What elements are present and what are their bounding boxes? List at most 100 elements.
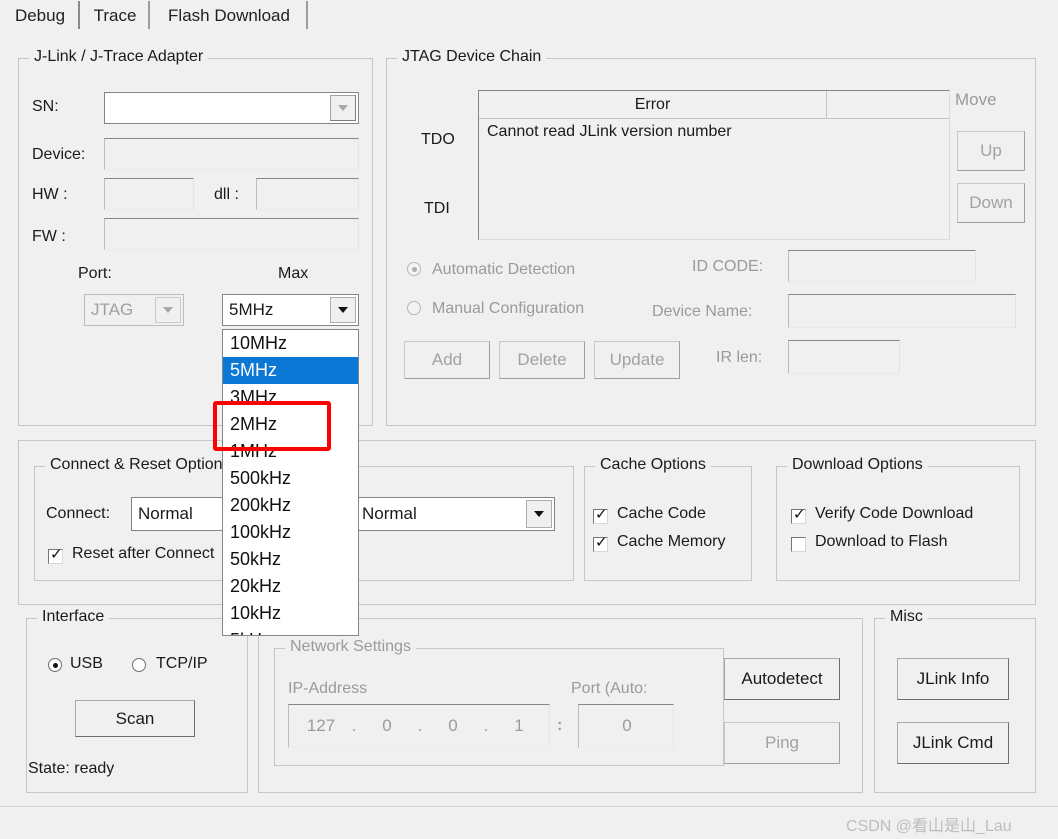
delete-button[interactable]: Delete bbox=[499, 341, 585, 379]
watermark-text: CSDN @看山是山_Lau bbox=[846, 818, 1012, 835]
usb-radio[interactable] bbox=[48, 658, 62, 672]
check-icon: ✓ bbox=[793, 506, 806, 523]
reset-after-connect-label: Reset after Connect bbox=[72, 545, 215, 562]
device-field[interactable] bbox=[104, 138, 359, 170]
scan-button[interactable]: Scan bbox=[75, 700, 195, 737]
tab-trace[interactable]: Trace bbox=[82, 1, 150, 30]
sn-label: SN: bbox=[32, 98, 59, 115]
max-speed-combo[interactable]: 5MHz bbox=[222, 294, 359, 326]
column-header-error-label: Error bbox=[634, 95, 671, 113]
dropdown-option-500khz[interactable]: 500kHz bbox=[223, 465, 358, 492]
move-down-button[interactable]: Down bbox=[957, 183, 1025, 223]
ir-len-field[interactable] bbox=[788, 340, 900, 374]
ip-address-field[interactable]: 127 . 0 . 0 . 1 bbox=[288, 704, 550, 748]
dropdown-option-50khz[interactable]: 50kHz bbox=[223, 546, 358, 573]
tab-debug-label: Debug bbox=[14, 5, 66, 25]
reset-after-connect-checkbox[interactable]: ✓ bbox=[48, 547, 63, 564]
cache-code-checkbox[interactable]: ✓ bbox=[593, 506, 608, 524]
port-colon: : bbox=[557, 717, 563, 734]
connect-reset-options-legend: Connect & Reset Options bbox=[45, 456, 236, 474]
dropdown-option-100khz[interactable]: 100kHz bbox=[223, 519, 358, 546]
port-label: Port: bbox=[78, 265, 112, 282]
max-speed-combo-button[interactable] bbox=[330, 297, 356, 323]
cache-memory-label: Cache Memory bbox=[617, 533, 726, 550]
cache-memory-checkbox[interactable]: ✓ bbox=[593, 535, 608, 552]
jlink-info-button[interactable]: JLink Info bbox=[897, 658, 1009, 700]
column-header-blank bbox=[827, 91, 949, 119]
chevron-down-icon bbox=[534, 511, 544, 517]
download-to-flash-label: Download to Flash bbox=[815, 533, 948, 550]
port-value: JTAG bbox=[91, 300, 134, 319]
ip-dot-1: . bbox=[351, 716, 357, 735]
port-combo[interactable]: JTAG bbox=[84, 294, 184, 326]
fw-label: FW : bbox=[32, 228, 66, 245]
ip-octet-2: 0 bbox=[382, 716, 392, 735]
reset-value: Normal bbox=[362, 504, 417, 523]
max-label: Max bbox=[278, 265, 309, 282]
automatic-detection-radio[interactable] bbox=[407, 262, 421, 276]
ip-dot-2: . bbox=[417, 716, 423, 735]
update-button[interactable]: Update bbox=[594, 341, 680, 379]
reset-combo[interactable]: Normal bbox=[355, 497, 555, 531]
ip-octet-1: 127 bbox=[306, 716, 336, 735]
jlink-cmd-button[interactable]: JLink Cmd bbox=[897, 722, 1009, 764]
dropdown-option-10khz[interactable]: 10kHz bbox=[223, 600, 358, 627]
id-code-field[interactable] bbox=[788, 250, 976, 282]
dll-field[interactable] bbox=[256, 178, 359, 210]
interface-legend: Interface bbox=[37, 608, 110, 626]
move-label: Move bbox=[955, 90, 997, 109]
max-speed-value: 5MHz bbox=[229, 300, 274, 319]
ip-octet-4: 1 bbox=[514, 716, 524, 735]
move-up-button[interactable]: Up bbox=[957, 131, 1025, 171]
sn-combo[interactable] bbox=[104, 92, 359, 124]
tab-bar: Debug Trace Flash Download bbox=[0, 0, 1058, 30]
table-row[interactable]: Cannot read JLink version number bbox=[487, 123, 732, 141]
misc-legend: Misc bbox=[885, 608, 928, 626]
dropdown-option-20khz[interactable]: 20kHz bbox=[223, 573, 358, 600]
scan-label: Scan bbox=[115, 708, 155, 728]
port-field[interactable]: 0 bbox=[578, 704, 674, 748]
hw-field[interactable] bbox=[104, 178, 194, 210]
tab-flash-download-label: Flash Download bbox=[168, 5, 290, 25]
jlink-cmd-label: JLink Cmd bbox=[912, 733, 994, 752]
tdo-label: TDO bbox=[421, 131, 455, 148]
cache-code-label: Cache Code bbox=[617, 505, 706, 522]
port-combo-button[interactable] bbox=[155, 297, 181, 323]
add-label: Add bbox=[431, 350, 463, 369]
reset-combo-button[interactable] bbox=[526, 500, 552, 528]
connect-label: Connect: bbox=[46, 505, 111, 522]
add-button[interactable]: Add bbox=[404, 341, 490, 379]
dropdown-option-10mhz[interactable]: 10MHz bbox=[223, 330, 358, 357]
jtag-device-chain-legend: JTAG Device Chain bbox=[397, 48, 547, 66]
cache-options-legend: Cache Options bbox=[595, 456, 711, 474]
tab-flash-download[interactable]: Flash Download bbox=[152, 1, 308, 30]
max-speed-dropdown-list[interactable]: 10MHz 5MHz 3MHz 2MHz 1MHz 500kHz 200kHz … bbox=[222, 329, 359, 636]
dropdown-option-5mhz[interactable]: 5MHz bbox=[223, 357, 358, 384]
download-to-flash-checkbox[interactable] bbox=[791, 537, 806, 552]
sn-combo-button[interactable] bbox=[330, 95, 356, 121]
dropdown-option-5khz[interactable]: 5kHz bbox=[223, 627, 358, 635]
ir-len-label: IR len: bbox=[716, 349, 763, 366]
verify-code-download-checkbox[interactable]: ✓ bbox=[791, 506, 806, 524]
tab-debug[interactable]: Debug bbox=[2, 1, 80, 30]
error-listview[interactable]: Error Cannot read JLink version number bbox=[478, 90, 950, 240]
connect-value: Normal bbox=[138, 504, 193, 523]
move-up-label: Up bbox=[980, 141, 1002, 160]
manual-configuration-radio[interactable] bbox=[407, 301, 421, 315]
dll-label: dll : bbox=[214, 186, 239, 203]
fw-field[interactable] bbox=[104, 218, 359, 250]
dropdown-option-200khz[interactable]: 200kHz bbox=[223, 492, 358, 519]
autodetect-button[interactable]: Autodetect bbox=[724, 658, 840, 700]
delete-label: Delete bbox=[517, 350, 567, 369]
tcpip-radio[interactable] bbox=[132, 658, 146, 672]
device-name-field[interactable] bbox=[788, 294, 1016, 328]
ping-button[interactable]: Ping bbox=[724, 722, 840, 764]
misc-group: Misc bbox=[874, 608, 1036, 793]
usb-label: USB bbox=[70, 655, 103, 672]
radio-dot bbox=[411, 266, 417, 272]
jlink-adapter-legend: J-Link / J-Trace Adapter bbox=[29, 48, 209, 66]
radio-dot bbox=[52, 662, 58, 668]
check-icon: ✓ bbox=[595, 506, 608, 523]
port-value: 0 bbox=[622, 716, 632, 735]
column-header-error: Error bbox=[479, 91, 827, 119]
